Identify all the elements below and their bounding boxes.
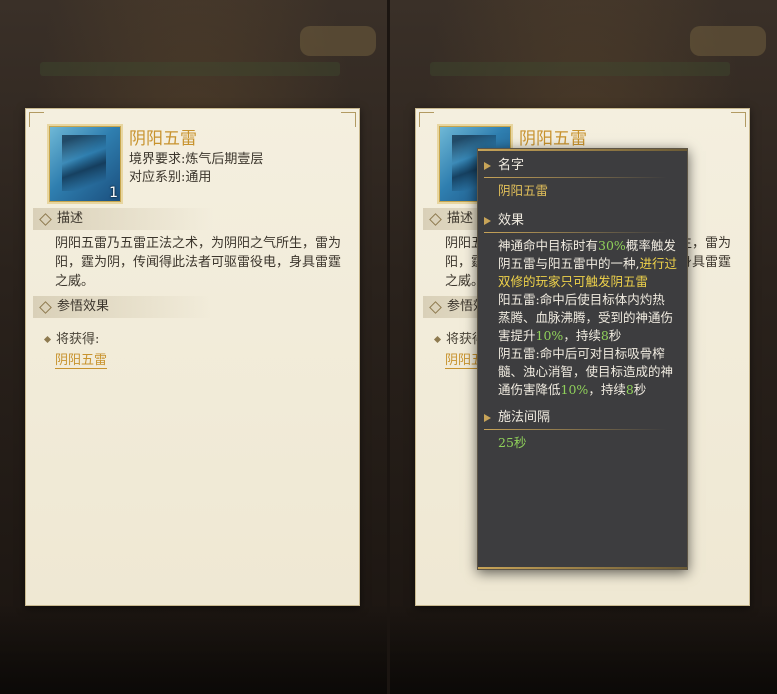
effect-p2-b: ，持续: [563, 328, 601, 343]
tooltip-name-heading: 名字: [498, 158, 525, 173]
bullet-icon: [433, 335, 442, 344]
system-value: 通用: [185, 170, 212, 185]
effect-paragraph-1: 神通命中目标时有30%概率触发阴五雷与阳五雷中的一种,进行过双修的玩家只可触发阴…: [498, 237, 677, 291]
diamond-icon: [39, 213, 52, 226]
gain-skill-link[interactable]: 阴阳五雷: [55, 349, 108, 369]
background-bar: [430, 62, 730, 76]
divider: [484, 177, 667, 178]
item-card: 1 阴阳五雷 境界要求:炼气后期壹层 对应系别:通用 描述 阴阳五雷乃五雷正法之…: [25, 108, 360, 606]
effect-heading: 参悟效果: [57, 299, 110, 314]
right-panel: 1 阴阳五雷 境界要求:炼气后期壹层 对应系别:通用 描述 阴阳五雷乃五雷正法之…: [390, 0, 777, 694]
effect-p3-sec: 8: [625, 382, 634, 397]
gain-label-text: 将获得:: [56, 332, 100, 347]
effect-p2-sec: 8: [600, 328, 609, 343]
item-name: 阴阳五雷: [129, 129, 197, 149]
skill-tooltip: 名字 阴阳五雷 效果 神通命中目标时有30%概率触发阴五雷与阳五雷中的一种,进行…: [477, 148, 688, 570]
diamond-icon: [429, 301, 442, 314]
item-name: 阴阳五雷: [519, 129, 587, 149]
background-bar: [40, 62, 340, 76]
description-header: 描述: [33, 208, 213, 230]
effect-p2-pct: 10%: [535, 328, 564, 343]
divider: [484, 429, 667, 430]
tooltip-effect-heading: 效果: [498, 213, 525, 228]
effect-p1-pct: 30%: [598, 238, 626, 253]
realm-requirement: 境界要求:炼气后期壹层: [129, 148, 263, 167]
description-heading: 描述: [447, 211, 474, 226]
realm-label: 境界要求:: [129, 152, 186, 167]
effect-p3-pct: 10%: [560, 382, 589, 397]
item-count: 1: [109, 185, 118, 201]
diamond-icon: [429, 213, 442, 226]
description-heading: 描述: [57, 211, 84, 226]
effect-p3-b: ，持续: [588, 382, 626, 397]
arrow-icon: [484, 217, 491, 225]
diamond-icon: [39, 301, 52, 314]
effect-p3-c: 秒: [633, 382, 647, 397]
divider: [484, 232, 667, 233]
realm-value: 炼气后期壹层: [185, 152, 264, 167]
lightning-icon: [62, 135, 106, 191]
tooltip-cooldown-heading: 施法间隔: [498, 410, 551, 425]
description-text: 阴阳五雷乃五雷正法之术，为阴阳之气所生，雷为阳，霆为阴，传闻得此法者可驱雷役电，…: [55, 236, 342, 289]
bullet-icon: [43, 335, 52, 344]
effect-p1-a: 神通命中目标时有: [498, 238, 599, 253]
gain-label: 将获得:: [43, 328, 100, 347]
arrow-icon: [484, 162, 491, 170]
background-button: [690, 26, 766, 56]
background-bottom: [390, 604, 777, 694]
system-requirement: 对应系别:通用: [129, 166, 211, 185]
background-bottom: [0, 604, 387, 694]
left-panel: 1 阴阳五雷 境界要求:炼气后期壹层 对应系别:通用 描述 阴阳五雷乃五雷正法之…: [0, 0, 387, 694]
tooltip-cooldown-header: 施法间隔: [484, 409, 687, 427]
tooltip-name-value: 阴阳五雷: [498, 183, 549, 198]
effect-p2-c: 秒: [608, 328, 622, 343]
background-button: [300, 26, 376, 56]
tooltip-effect-header: 效果: [484, 212, 687, 230]
tooltip-cooldown-value: 25秒: [498, 435, 527, 450]
tooltip-name-header: 名字: [484, 157, 687, 175]
arrow-icon: [484, 414, 491, 422]
effect-paragraph-3: 阴五雷:命中后可对目标吸骨榨髓、浊心消智，使目标造成的神通伤害降低10%，持续8…: [498, 345, 677, 399]
effect-paragraph-2: 阳五雷:命中后使目标体内灼热蒸腾、血脉沸腾，受到的神通伤害提升10%，持续8秒: [498, 291, 677, 345]
effect-header: 参悟效果: [33, 296, 213, 318]
system-label: 对应系别:: [129, 170, 186, 185]
item-icon[interactable]: 1: [49, 126, 121, 202]
